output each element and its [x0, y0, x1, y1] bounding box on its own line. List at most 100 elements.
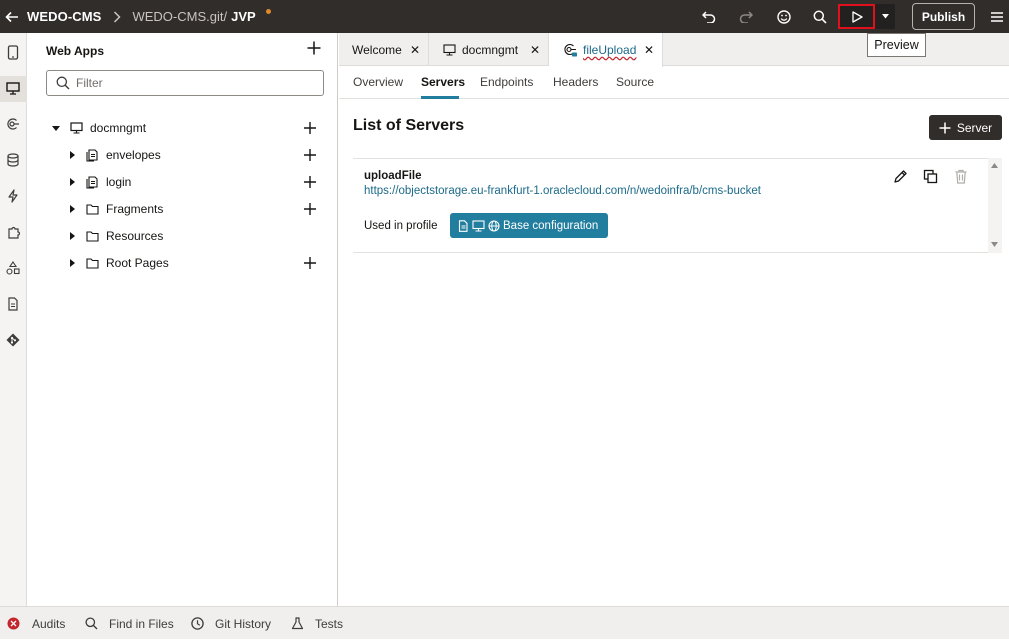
plus-icon — [304, 122, 316, 134]
audits-button[interactable]: Audits — [7, 607, 65, 640]
tree-item-label: login — [106, 175, 132, 189]
preview-dropdown[interactable] — [875, 4, 895, 29]
card-scrollbar[interactable] — [988, 158, 1002, 253]
monitor-icon — [472, 219, 485, 231]
scroll-down-icon[interactable] — [991, 242, 998, 247]
tab-servers[interactable]: Servers — [421, 75, 465, 89]
api-endpoint-icon[interactable] — [4, 115, 22, 133]
redo-icon[interactable] — [733, 0, 759, 33]
tree-item-login[interactable]: login — [67, 171, 131, 193]
add-to-fragments-button[interactable] — [303, 202, 317, 216]
plus-icon — [307, 41, 321, 55]
unsaved-indicator — [265, 9, 271, 14]
git-history-button[interactable]: Git History — [191, 607, 271, 640]
tab-label: docmngmt — [462, 42, 519, 57]
profile-chip[interactable]: Base configuration — [450, 213, 608, 238]
tab-docmngmt[interactable]: docmngmt ✕ — [429, 33, 549, 66]
preview-button[interactable] — [838, 4, 875, 29]
server-url[interactable]: https://objectstorage.eu-frankfurt-1.ora… — [364, 185, 761, 197]
document-icon[interactable] — [4, 295, 22, 313]
smiley-feedback-icon[interactable] — [771, 0, 797, 33]
hamburger-menu-icon[interactable] — [984, 0, 1009, 33]
puzzle-icon[interactable] — [4, 223, 22, 241]
caret-collapsed-icon[interactable] — [67, 205, 77, 213]
shapes-icon[interactable] — [4, 259, 22, 277]
tests-button[interactable]: Tests — [291, 607, 343, 640]
monitor-icon — [443, 43, 456, 56]
close-icon[interactable]: ✕ — [410, 43, 420, 57]
project-name[interactable]: WEDO-CMS — [27, 9, 101, 24]
used-in-profile-label: Used in profile — [364, 220, 438, 232]
git-icon[interactable] — [4, 331, 22, 349]
plus-icon — [304, 257, 316, 269]
add-server-button[interactable]: Server — [929, 115, 1002, 140]
globe-icon — [488, 219, 500, 232]
branch-name[interactable]: JVP — [231, 9, 256, 24]
tab-welcome[interactable]: Welcome ✕ — [339, 33, 429, 66]
tree-item-label: envelopes — [106, 148, 161, 162]
tree-item-resources[interactable]: Resources — [67, 225, 163, 247]
folder-icon — [86, 257, 100, 269]
duplicate-icon[interactable] — [923, 169, 939, 185]
tree-item-label: Fragments — [106, 202, 164, 216]
error-circle-icon — [7, 617, 20, 630]
folder-icon — [86, 230, 100, 242]
plus-icon — [939, 122, 951, 133]
caret-expanded-icon[interactable] — [51, 125, 61, 131]
close-icon[interactable]: ✕ — [530, 43, 540, 57]
caret-collapsed-icon[interactable] — [67, 178, 77, 186]
tab-endpoints[interactable]: Endpoints — [480, 75, 533, 89]
chevron-right-icon — [113, 10, 122, 23]
server-subnav: Overview Servers Endpoints Headers Sourc… — [339, 66, 1009, 99]
tab-fileupload[interactable]: fileUpload ✕ — [549, 33, 663, 67]
add-to-docmngmt-button[interactable] — [303, 121, 317, 135]
publish-button[interactable]: Publish — [912, 3, 975, 30]
editor-area: Welcome ✕ docmngmt ✕ fileUpload ✕ Overvi… — [339, 33, 1009, 606]
plus-icon — [304, 149, 316, 161]
caret-collapsed-icon[interactable] — [67, 232, 77, 240]
database-icon[interactable] — [4, 151, 22, 169]
add-to-envelopes-button[interactable] — [303, 148, 317, 162]
monitor-icon — [70, 122, 84, 134]
plus-icon — [304, 203, 316, 215]
tree-item-envelopes[interactable]: envelopes — [67, 144, 161, 166]
back-arrow-icon[interactable] — [0, 10, 24, 24]
tab-headers[interactable]: Headers — [553, 75, 598, 89]
lightning-icon[interactable] — [4, 187, 22, 205]
tab-label: fileUpload — [583, 43, 637, 57]
caret-collapsed-icon[interactable] — [67, 259, 77, 267]
tree-item-label: Root Pages — [106, 256, 169, 270]
tree-item-root-pages[interactable]: Root Pages — [67, 252, 169, 274]
web-apps-explorer: Web Apps docmngmt envelopes — [27, 33, 338, 606]
add-web-app-button[interactable] — [307, 41, 321, 55]
filter-input[interactable] — [76, 76, 306, 90]
top-bar: WEDO-CMS WEDO-CMS.git/ JVP Publish — [0, 0, 1009, 33]
tab-source[interactable]: Source — [616, 75, 654, 89]
tree-item-docmngmt[interactable]: docmngmt — [51, 117, 146, 139]
caret-collapsed-icon[interactable] — [67, 151, 77, 159]
filter-field[interactable] — [46, 70, 324, 96]
status-label: Tests — [315, 616, 344, 631]
add-to-login-button[interactable] — [303, 175, 317, 189]
plus-icon — [304, 176, 316, 188]
device-mobile-icon[interactable] — [4, 43, 22, 61]
clock-icon — [191, 617, 204, 630]
status-label: Find in Files — [109, 616, 174, 631]
search-icon[interactable] — [807, 0, 833, 33]
add-to-root-pages-button[interactable] — [303, 256, 317, 270]
tree-item-fragments[interactable]: Fragments — [67, 198, 163, 220]
find-in-files-button[interactable]: Find in Files — [85, 607, 174, 640]
tab-label: Welcome — [352, 42, 402, 57]
undo-icon[interactable] — [696, 0, 722, 33]
scroll-up-icon[interactable] — [991, 163, 998, 168]
server-card: uploadFile https://objectstorage.eu-fran… — [353, 158, 1002, 253]
close-icon[interactable]: ✕ — [644, 43, 654, 57]
page-title: List of Servers — [353, 117, 465, 134]
tree-item-label: docmngmt — [90, 121, 147, 135]
search-icon — [85, 617, 98, 630]
trash-icon[interactable] — [954, 169, 970, 185]
tab-overview[interactable]: Overview — [353, 75, 403, 89]
edit-pencil-icon[interactable] — [893, 169, 909, 185]
activity-rail — [0, 33, 27, 606]
monitor-icon[interactable] — [4, 79, 22, 97]
